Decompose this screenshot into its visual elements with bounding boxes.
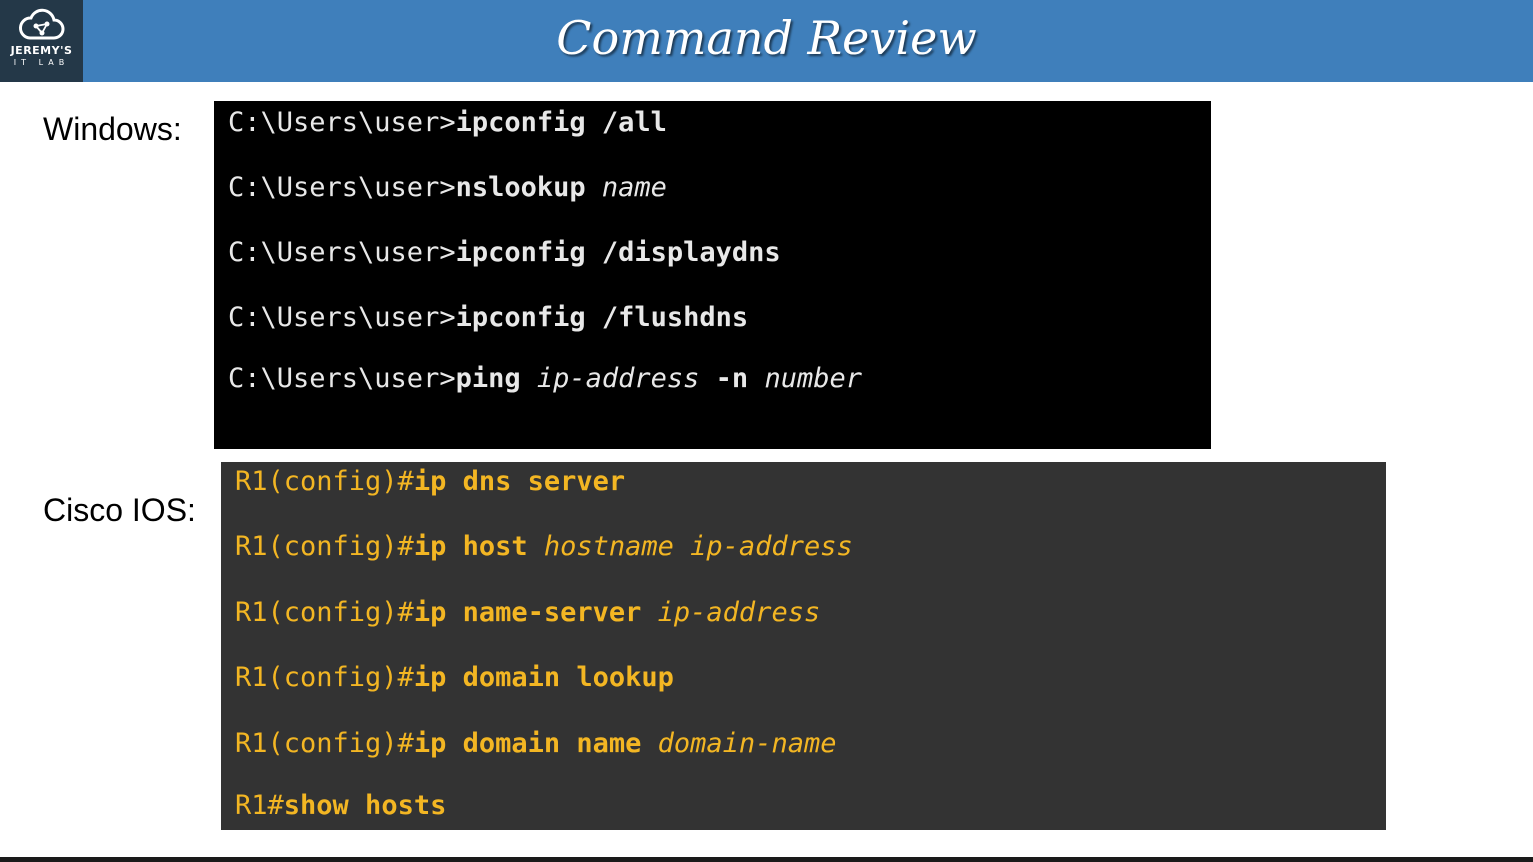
windows-command-line: C:\Users\user>ipconfig /displaydns [228,235,781,271]
windows-prompt: C:\Users\user> [228,363,456,394]
windows-label: Windows: [43,111,182,147]
cisco-command: ip dns server [413,466,626,497]
windows-command: ipconfig /displaydns [455,237,781,268]
windows-command-line: C:\Users\user>ping ip-address -n number [228,361,862,397]
windows-command-flag: -n [699,363,765,394]
windows-command-line: C:\Users\user>ipconfig /flushdns [228,300,748,336]
cisco-command-line: R1(config)#ip host hostname ip-address [235,529,853,565]
windows-argument: ip-address [536,363,700,394]
bottom-divider [0,857,1533,862]
windows-prompt: C:\Users\user> [228,172,456,203]
cisco-ios-label: Cisco IOS: [43,492,196,528]
cisco-prompt: R1# [235,790,284,821]
cisco-prompt: R1(config)# [235,597,414,628]
windows-argument: name [601,172,667,203]
cisco-command-line: R1(config)#ip dns server [235,464,625,500]
windows-prompt: C:\Users\user> [228,237,456,268]
windows-command-line: C:\Users\user>ipconfig /all [228,105,667,141]
cisco-prompt: R1(config)# [235,531,414,562]
cisco-prompt: R1(config)# [235,662,414,693]
cisco-command: ip domain name [413,728,658,759]
cisco-argument: domain-name [657,728,837,759]
cisco-command: ip name-server [413,597,658,628]
cisco-argument: ip-address [657,597,821,628]
cisco-command: show hosts [283,790,447,821]
windows-prompt: C:\Users\user> [228,302,456,333]
slide: JEREMY'S IT LAB Command Review Windows: … [0,0,1533,862]
cisco-command-line: R1(config)#ip name-server ip-address [235,595,820,631]
windows-command: ipconfig /flushdns [455,302,749,333]
windows-command: nslookup [455,172,602,203]
slide-title: Command Review [556,11,977,65]
cisco-command-line: R1(config)#ip domain name domain-name [235,726,836,762]
cisco-command-line: R1#show hosts [235,788,446,824]
windows-prompt: C:\Users\user> [228,107,456,138]
title-bar: JEREMY'S IT LAB Command Review [0,0,1533,82]
windows-command: ipconfig /all [455,107,667,138]
windows-terminal: C:\Users\user>ipconfig /all C:\Users\use… [214,101,1211,449]
cisco-command: ip domain lookup [413,662,674,693]
cisco-command-line: R1(config)#ip domain lookup [235,660,674,696]
cisco-ios-terminal: R1(config)#ip dns server R1(config)#ip h… [221,462,1386,830]
cisco-prompt: R1(config)# [235,466,414,497]
cisco-command: ip host [413,531,544,562]
windows-command: ping [455,363,537,394]
cisco-prompt: R1(config)# [235,728,414,759]
windows-argument: number [764,363,862,394]
windows-command-line: C:\Users\user>nslookup name [228,170,667,206]
cisco-argument: hostname ip-address [543,531,853,562]
